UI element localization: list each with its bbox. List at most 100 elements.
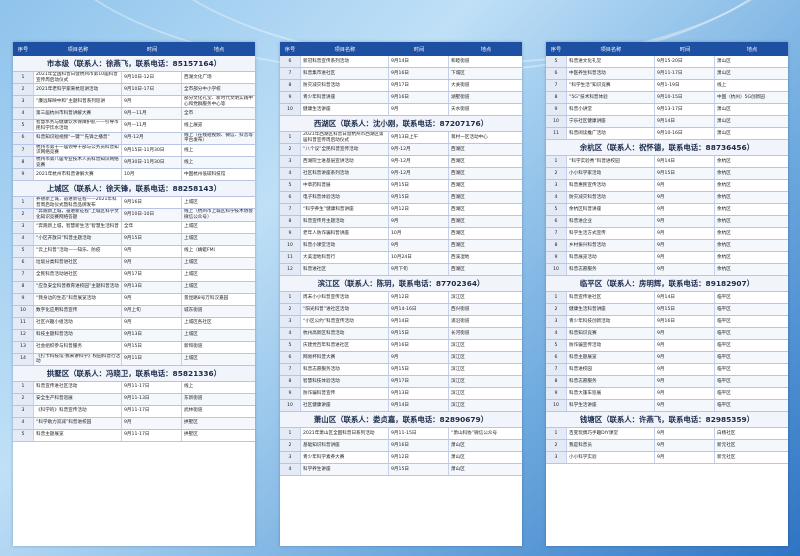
row-time: 9月-12月 (389, 168, 449, 180)
row-name: 庆建党百年科普进社区 (301, 340, 389, 352)
row-number: 8 (546, 240, 567, 251)
table-row: 6 垃圾分类科普进社区 9月 上城区 (13, 257, 255, 270)
row-name: 杭州高新区科普活动 (301, 328, 389, 340)
district-heading: 临平区（联系人：房明辉，联系电话：89182907） (546, 276, 788, 292)
table-row: 10 科普小课堂活动 9月 西湖区 (280, 240, 522, 253)
row-time: 9月15日 (389, 328, 449, 340)
row-place: 临平区 (717, 354, 731, 360)
row-place: 长河街道 (451, 330, 470, 336)
row-place: 滨江区 (451, 354, 465, 360)
row-time: 9月10日-17日 (122, 84, 182, 96)
row-time: 9月10-15日 (655, 92, 715, 103)
row-place: “萧山科协”微信公众号 (451, 430, 498, 436)
row-number: 7 (13, 269, 34, 281)
row-name: 科学生活方式宣传 (567, 228, 655, 239)
table-row: 3 “小区公约”科普宣传活动 9月14日 浦沿街道 (280, 316, 522, 329)
row-number: 5 (546, 204, 567, 215)
row-time: 9月16日 (655, 316, 715, 327)
row-name: 防诈骗宣传活动 (567, 340, 655, 351)
row-number: 9 (280, 92, 301, 103)
row-time: 9月 (655, 440, 715, 451)
row-place: 临平区 (717, 402, 731, 408)
row-number: 3 (280, 156, 301, 168)
row-time: 9月17日 (122, 269, 182, 281)
table-header: 序号 项目名称 时间 地点 (280, 42, 522, 56)
district-heading: 拱墅区（联系人：冯晓卫，联系电话：85821336） (13, 365, 255, 382)
table-row: 2 健康生活科普讲座 9月15日 临平区 (546, 304, 788, 316)
row-place: 白杨社区 (717, 430, 736, 436)
row-number: 1 (280, 428, 301, 440)
table-row: 8 科普志愿服务 9月 临平区 (546, 376, 788, 388)
row-place: 西湖区 (451, 170, 465, 176)
row-place: 余杭区 (717, 182, 731, 188)
header-time: 时间 (146, 46, 158, 53)
row-number: 6 (280, 56, 301, 67)
row-name: 老年人防诈骗科普讲座 (301, 228, 389, 240)
row-place: 西湖区 (451, 158, 465, 164)
table-row: 4 杭州高新区科普活动 9月15日 长河街道 (280, 328, 522, 341)
table-row: 2 我是科普员 9月 新元社区 (546, 440, 788, 452)
row-place: 湖墅街道 (451, 94, 470, 100)
row-name: 大美湿地科普行 (301, 252, 389, 264)
table-row: 2 “八个议”全民科普宣传活动 9月-12月 西湖区 (280, 144, 522, 157)
row-number: 10 (13, 305, 34, 317)
row-name: 西湖院士进基层宣讲活动 (301, 156, 389, 168)
table-row: 5 “云上科普”活动——知乐、防疫 9月 线上（蜻蜓FM） (13, 245, 255, 258)
row-name: 基础知识科普讲座 (301, 440, 389, 452)
district-heading: 滨江区（联系人：陈玥，联系电话：87702364） (280, 276, 522, 293)
row-name: 青少年科技创新活动 (567, 316, 655, 327)
row-place: 余杭区 (717, 194, 731, 200)
row-place: 线上展览 (184, 123, 203, 129)
row-name: 2021年萧山区全国科普日系列活动 (301, 428, 389, 440)
row-number: 6 (13, 132, 34, 144)
row-name: 科普知识短视频“一键”“先锋之播普” (34, 132, 122, 144)
row-place: 余杭区 (717, 242, 731, 248)
row-number: 2 (13, 84, 34, 96)
row-name: “奔跑新上城，奋进新征程”上城区科学文化知识竞赛网络答题 (34, 209, 122, 221)
row-number: 1 (546, 156, 567, 167)
row-place: 临平区 (717, 366, 731, 372)
table-row: 1 周末小小科普宣传活动 9月12日 滨江区 (280, 292, 522, 305)
row-number: 10 (280, 240, 301, 252)
row-place: 武林街道 (184, 408, 203, 414)
header-name: 项目名称 (334, 46, 356, 53)
district-rows: 6 新冠科普宣传系列活动 9月14日 和睦街道 7 科普集市进社区 9月16日 下城区 8 防灾减… (280, 56, 522, 116)
row-number: 3 (280, 452, 301, 464)
row-name: 2021年杭州市科普讲解大赛 (34, 169, 122, 181)
row-name: “奔跑新上城，智慧新生活”智慧生活科普 (34, 221, 122, 233)
table-row: 2 2021年老科学家来杭巡讲活动 9月10日-17日 全市部分中小学校 (13, 84, 255, 97)
table-row: 9 老年人防诈骗科普讲座 10月 西湖区 (280, 228, 522, 241)
table-row: 6 网易杯科普大赛 9月 滨江区 (280, 352, 522, 365)
table-row: 6 科普主题展览 9月 临平区 (546, 352, 788, 364)
row-number: 10 (280, 104, 301, 115)
row-number: 12 (280, 264, 301, 276)
table-row: 10 科学生活讲座 9月 临平区 (546, 400, 788, 412)
row-name: 科普志愿服务 (567, 376, 655, 387)
header-no: 序号 (17, 46, 29, 53)
row-name: 全民科普活动进社区 (34, 269, 122, 281)
row-number: 1 (13, 72, 34, 84)
row-name: 中医养生科普活动 (567, 68, 655, 79)
table-row: 1 “科学实验秀”科普进校园 9月14日 余杭区 (546, 156, 788, 168)
row-name: 社区兴趣小组活动 (34, 317, 122, 329)
table-row: 9 防诈骗科普宣传 9月13日 滨江区 (280, 388, 522, 401)
table-row: 6 科普进企业 9月 余杭区 (546, 216, 788, 228)
row-place: 西湖区 (451, 182, 465, 188)
row-number: 4 (13, 233, 34, 245)
row-place: 线上（在线短视频、微信、抖音等平台发布） (184, 132, 253, 144)
table-column-1: 序号 项目名称 时间 地点 市本级（联系人：徐燕飞，联系电话：85157164） 1 202… (13, 42, 255, 546)
row-place: 上城区各社区 (184, 320, 212, 326)
row-place: 线上 (184, 147, 194, 153)
table-row: 1 养德新上城，奋进新征程——2021年科普周启动仪式暨科普品牌发布 9月16日 上城… (13, 197, 255, 210)
row-name: 科普志愿服务 (567, 264, 655, 275)
table-row: 9 “我身边的生态”科普展览活动 9月 景昆路8号万科汉嘉园 (13, 293, 255, 306)
row-place: 上城区 (184, 260, 198, 266)
row-time: 9月11日 (122, 353, 182, 365)
row-place: 新元社区 (717, 442, 736, 448)
row-name: 防灾减灾科普活动 (567, 192, 655, 203)
row-name: 科普展览活动 (567, 252, 655, 263)
row-time: 9月 (122, 293, 182, 305)
row-name: “科学助力双减”科普进校园 (34, 417, 122, 429)
header-no: 序号 (284, 46, 296, 53)
row-number: 6 (546, 352, 567, 363)
